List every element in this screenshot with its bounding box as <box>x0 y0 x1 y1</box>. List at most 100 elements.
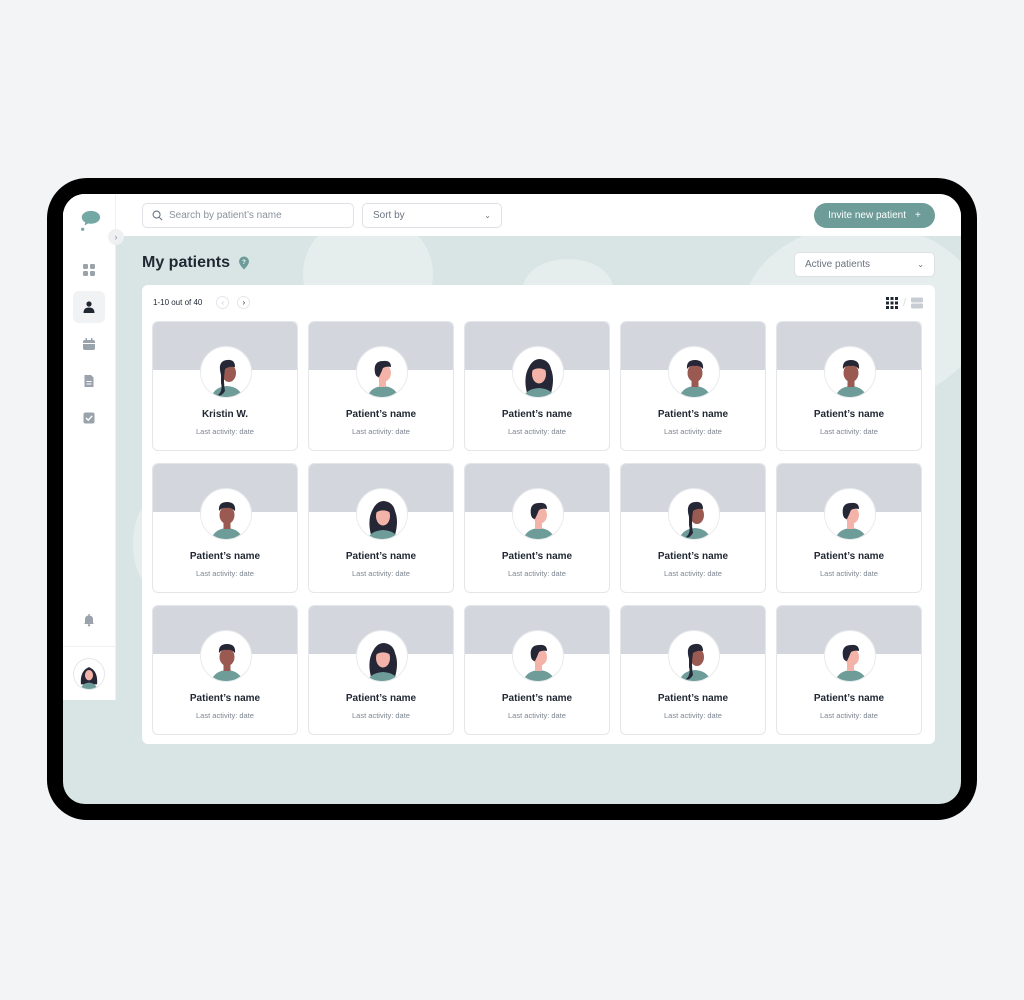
patient-avatar <box>668 488 720 540</box>
view-toggle: / <box>885 297 923 309</box>
invite-patient-button[interactable]: Invite new patient + <box>814 203 935 228</box>
patient-avatar <box>200 346 252 398</box>
patient-name: Patient’s name <box>345 693 417 704</box>
top-bar: Sort by ⌄ Invite new patient + <box>63 194 961 236</box>
person-avatar-icon <box>679 360 711 397</box>
patient-cards-grid: Kristin W. Last activity: date Patient’s… <box>152 321 922 735</box>
sort-select[interactable]: Sort by ⌄ <box>362 203 502 228</box>
patient-name: Patient’s name <box>813 409 885 420</box>
patient-avatar <box>824 488 876 540</box>
sort-label: Sort by <box>373 210 405 221</box>
patient-card[interactable]: Patient’s name Last activity: date <box>152 463 298 593</box>
document-icon <box>84 375 94 387</box>
current-user-avatar[interactable] <box>73 658 105 690</box>
patient-avatar <box>356 488 408 540</box>
patient-avatar <box>824 630 876 682</box>
sidebar-item-patients[interactable] <box>73 291 105 323</box>
previous-page-button[interactable]: ‹ <box>216 296 230 309</box>
filter-label: Active patients <box>805 259 871 270</box>
tablet-frame: Sort by ⌄ Invite new patient + <box>47 178 977 820</box>
patient-card[interactable]: Patient’s name Last activity: date <box>308 605 454 735</box>
patient-card[interactable]: Patient’s name Last activity: date <box>464 463 610 593</box>
patient-name: Patient’s name <box>657 409 729 420</box>
patient-name: Patient’s name <box>813 551 885 562</box>
sidebar-expand-button[interactable]: › <box>108 229 124 245</box>
patient-status-filter[interactable]: Active patients ⌄ <box>794 252 935 277</box>
person-avatar-icon <box>523 502 555 539</box>
search-icon <box>152 210 163 221</box>
person-avatar-icon <box>523 644 555 681</box>
patient-name: Patient’s name <box>345 551 417 562</box>
patient-card[interactable]: Patient’s name Last activity: date <box>152 605 298 735</box>
woman-avatar-icon <box>80 667 98 689</box>
person-avatar-icon <box>835 360 867 397</box>
patient-card[interactable]: Patient’s name Last activity: date <box>620 463 766 593</box>
patient-last-activity: Last activity: date <box>820 569 878 578</box>
patient-card[interactable]: Patient’s name Last activity: date <box>620 605 766 735</box>
patient-avatar <box>356 346 408 398</box>
patient-card[interactable]: Patient’s name Last activity: date <box>308 321 454 451</box>
sidebar-item-documents[interactable] <box>73 365 105 397</box>
grid-view-icon[interactable] <box>885 297 898 309</box>
grid-icon <box>83 264 95 276</box>
pagination-range: 1-10 out of 40 <box>153 298 203 307</box>
page-title: My patients ? <box>142 254 250 272</box>
sidebar-item-tasks[interactable] <box>73 402 105 434</box>
person-avatar-icon <box>835 502 867 539</box>
patient-name: Patient’s name <box>189 551 261 562</box>
help-pin-icon[interactable]: ? <box>238 256 250 270</box>
patient-last-activity: Last activity: date <box>196 427 254 436</box>
sidebar-item-dashboard[interactable] <box>73 254 105 286</box>
patient-avatar <box>512 488 564 540</box>
patient-last-activity: Last activity: date <box>508 711 566 720</box>
page-title-text: My patients <box>142 254 231 271</box>
patient-name: Patient’s name <box>657 551 729 562</box>
patient-card[interactable]: Patient’s name Last activity: date <box>308 463 454 593</box>
patient-last-activity: Last activity: date <box>352 569 410 578</box>
next-page-button[interactable]: › <box>237 296 251 309</box>
patient-name: Patient’s name <box>501 693 573 704</box>
chevron-down-icon: ⌄ <box>917 260 924 269</box>
patient-name: Patient’s name <box>501 409 573 420</box>
patient-avatar <box>200 488 252 540</box>
patient-card[interactable]: Patient’s name Last activity: date <box>776 605 922 735</box>
patient-last-activity: Last activity: date <box>664 569 722 578</box>
sidebar-item-calendar[interactable] <box>73 328 105 360</box>
person-avatar-icon <box>523 359 555 397</box>
person-avatar-icon <box>211 359 243 397</box>
user-icon <box>83 301 95 313</box>
person-avatar-icon <box>367 501 399 539</box>
person-avatar-icon <box>211 644 243 681</box>
patient-last-activity: Last activity: date <box>196 569 254 578</box>
person-avatar-icon <box>835 644 867 681</box>
patient-avatar <box>824 346 876 398</box>
view-separator: / <box>902 297 906 309</box>
person-avatar-icon <box>367 360 399 397</box>
patient-card[interactable]: Patient’s name Last activity: date <box>464 605 610 735</box>
patient-card[interactable]: Patient’s name Last activity: date <box>776 463 922 593</box>
patient-last-activity: Last activity: date <box>664 711 722 720</box>
patients-panel: 1-10 out of 40 ‹ › / Kristin W. Last act… <box>142 285 935 744</box>
patient-avatar <box>512 630 564 682</box>
patient-card[interactable]: Kristin W. Last activity: date <box>152 321 298 451</box>
chevron-down-icon: ⌄ <box>484 211 491 220</box>
calendar-icon <box>83 338 95 350</box>
patient-card[interactable]: Patient’s name Last activity: date <box>620 321 766 451</box>
patient-name: Patient’s name <box>189 693 261 704</box>
person-avatar-icon <box>367 643 399 681</box>
search-field[interactable] <box>142 203 354 228</box>
notifications-button[interactable] <box>73 604 105 636</box>
patient-name: Patient’s name <box>345 409 417 420</box>
svg-text:?: ? <box>242 260 246 266</box>
patient-last-activity: Last activity: date <box>664 427 722 436</box>
pagination: 1-10 out of 40 ‹ › <box>153 296 251 309</box>
patient-card[interactable]: Patient’s name Last activity: date <box>776 321 922 451</box>
checkbox-icon <box>83 412 95 424</box>
patient-last-activity: Last activity: date <box>352 427 410 436</box>
search-input[interactable] <box>169 210 339 221</box>
person-avatar-icon <box>679 643 711 681</box>
patient-card[interactable]: Patient’s name Last activity: date <box>464 321 610 451</box>
sidebar <box>63 194 116 700</box>
list-view-icon[interactable] <box>911 297 923 309</box>
patient-avatar <box>668 630 720 682</box>
